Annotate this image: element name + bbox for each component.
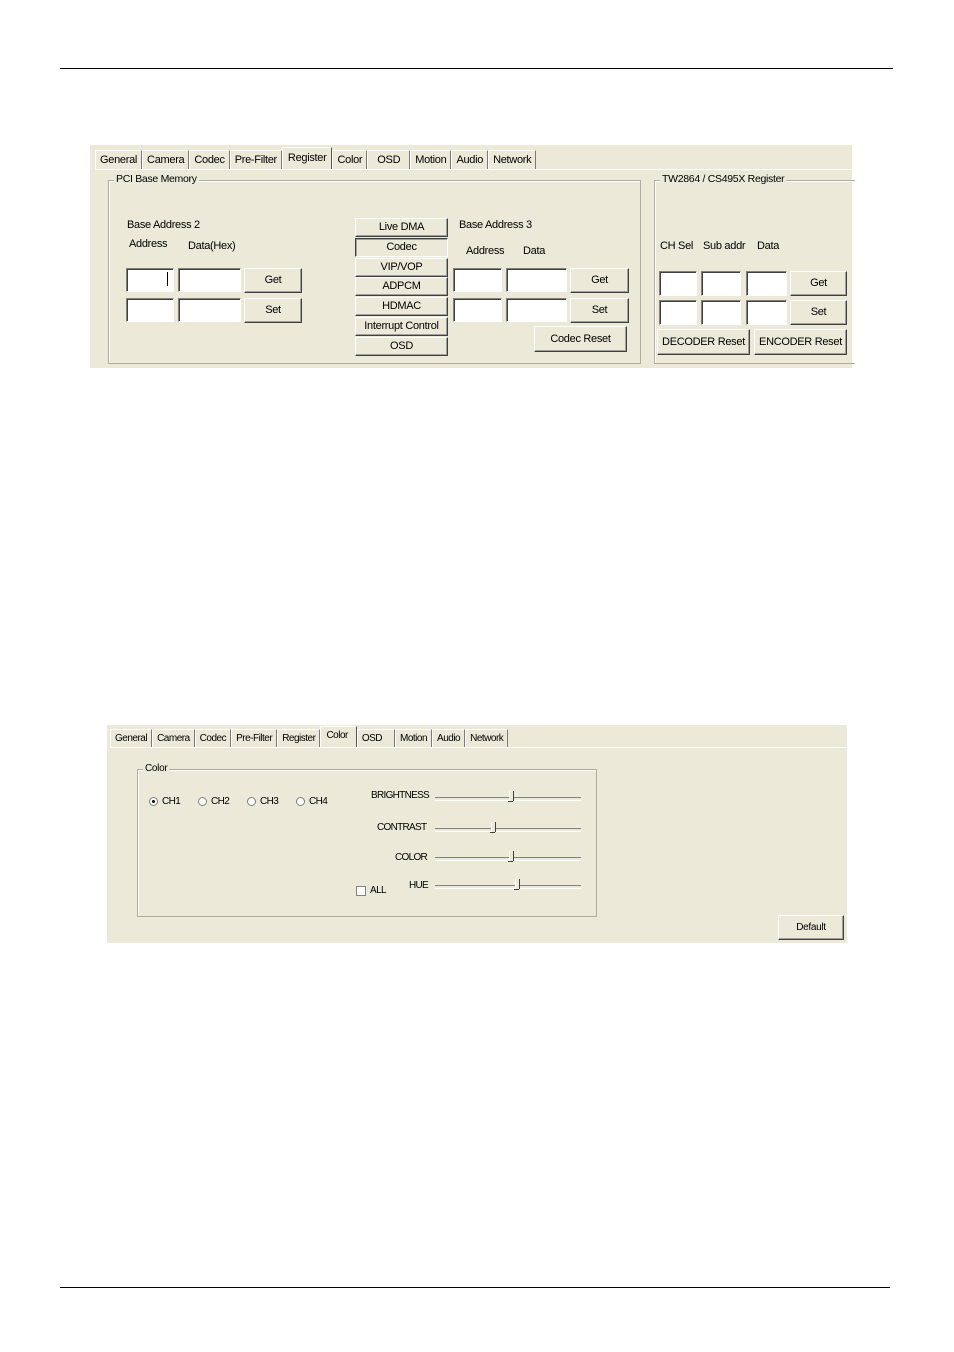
register-panel: General Camera Codec Pre-Filter Register…: [90, 145, 855, 368]
base2-get-data-input[interactable]: [178, 268, 241, 292]
text-cursor: [167, 272, 168, 286]
color-panel: General Camera Codec Pre-Filter Register…: [107, 725, 847, 943]
color-slider-thumb[interactable]: [508, 851, 514, 862]
pci-base-memory-legend: PCI Base Memory: [114, 173, 199, 185]
tw-get-ch-input[interactable]: [659, 271, 697, 296]
hue-slider-track[interactable]: [435, 885, 581, 889]
contrast-label: CONTRAST: [377, 822, 427, 833]
decoder-reset-button[interactable]: DECODER Reset: [657, 329, 750, 355]
default-button[interactable]: Default: [778, 915, 844, 940]
tw-set-data-input[interactable]: [746, 300, 787, 325]
tab-pre-filter[interactable]: Pre-Filter: [229, 150, 282, 169]
tw-set-subaddr-input[interactable]: [701, 300, 741, 325]
tab-osd[interactable]: OSD: [356, 729, 396, 747]
tab-general[interactable]: General: [95, 150, 143, 169]
tab-network[interactable]: Network: [488, 150, 537, 169]
tab-audio[interactable]: Audio: [432, 729, 466, 747]
brightness-label: BRIGHTNESS: [371, 790, 430, 801]
base3-set-button[interactable]: Set: [570, 298, 629, 323]
tw-set-ch-input[interactable]: [659, 300, 697, 325]
base2-get-address-input[interactable]: [126, 268, 174, 292]
contrast-slider-thumb[interactable]: [490, 822, 496, 833]
tw-get-data-input[interactable]: [746, 271, 787, 296]
osd-button[interactable]: OSD: [355, 337, 448, 356]
brightness-slider-thumb[interactable]: [508, 791, 514, 802]
all-checkbox[interactable]: [356, 886, 366, 896]
base2-set-button[interactable]: Set: [244, 298, 302, 323]
tw-get-button[interactable]: Get: [790, 271, 847, 296]
base-address-2-title: Base Address 2: [127, 219, 200, 231]
hdmac-button[interactable]: HDMAC: [355, 297, 448, 316]
tab-register[interactable]: Register: [277, 729, 321, 747]
address-label: Address: [129, 238, 168, 250]
tab-strip: General Camera Codec Pre-Filter Register…: [110, 725, 509, 747]
tab-osd[interactable]: OSD: [367, 150, 411, 169]
ch4-label[interactable]: CH4: [309, 796, 328, 807]
tab-baseline: [110, 747, 847, 748]
vip-vop-button[interactable]: VIP/VOP: [355, 258, 448, 277]
sub-addr-label: Sub addr: [703, 240, 746, 252]
tab-camera[interactable]: Camera: [152, 729, 195, 747]
tw-register-legend: TW2864 / CS495X Register: [660, 173, 787, 185]
ch3-label[interactable]: CH3: [260, 796, 279, 807]
base3-get-address-input[interactable]: [453, 268, 502, 292]
footer-rule: [60, 1287, 890, 1288]
ch2-radio[interactable]: [198, 797, 207, 806]
tw-get-subaddr-input[interactable]: [701, 271, 741, 296]
ch-sel-label: CH Sel: [660, 240, 694, 252]
encoder-reset-button[interactable]: ENCODER Reset: [754, 329, 847, 355]
contrast-slider-track[interactable]: [435, 828, 581, 832]
hue-label: HUE: [409, 880, 429, 891]
tab-motion[interactable]: Motion: [395, 729, 433, 747]
tab-network[interactable]: Network: [465, 729, 509, 747]
ch4-radio[interactable]: [296, 797, 305, 806]
live-dma-button[interactable]: Live DMA: [355, 218, 448, 237]
tab-camera[interactable]: Camera: [142, 150, 190, 169]
tw-data-label: Data: [757, 240, 780, 252]
tab-baseline: [95, 169, 852, 170]
tab-codec[interactable]: Codec: [189, 150, 230, 169]
base2-set-data-input[interactable]: [178, 298, 241, 322]
ch1-radio[interactable]: [149, 797, 158, 806]
tab-color[interactable]: Color: [332, 150, 368, 169]
ch1-label[interactable]: CH1: [162, 796, 181, 807]
adpcm-button[interactable]: ADPCM: [355, 277, 448, 296]
interrupt-control-button[interactable]: Interrupt Control: [355, 317, 448, 336]
tab-general[interactable]: General: [110, 729, 153, 747]
all-label[interactable]: ALL: [370, 885, 387, 896]
tab-audio[interactable]: Audio: [451, 150, 489, 169]
tab-color[interactable]: Color: [320, 726, 357, 747]
ch3-radio[interactable]: [247, 797, 256, 806]
base3-get-data-input[interactable]: [506, 268, 567, 292]
address3-label: Address: [466, 245, 505, 257]
data-hex-label: Data(Hex): [188, 240, 236, 252]
base3-set-data-input[interactable]: [506, 298, 567, 322]
base-address-3-title: Base Address 3: [459, 219, 532, 231]
tab-motion[interactable]: Motion: [410, 150, 452, 169]
tw-set-button[interactable]: Set: [790, 300, 847, 325]
tab-register[interactable]: Register: [281, 147, 333, 169]
tab-codec[interactable]: Codec: [194, 729, 232, 747]
color-label: COLOR: [395, 852, 428, 863]
hue-slider-thumb[interactable]: [514, 879, 520, 890]
color-group: [137, 769, 597, 917]
header-rule: [60, 68, 893, 69]
tab-strip: General Camera Codec Pre-Filter Register…: [95, 145, 537, 169]
base3-set-address-input[interactable]: [453, 298, 502, 322]
tab-pre-filter[interactable]: Pre-Filter: [231, 729, 278, 747]
base2-get-button[interactable]: Get: [244, 268, 302, 293]
base3-get-button[interactable]: Get: [570, 268, 629, 293]
ch2-label[interactable]: CH2: [211, 796, 230, 807]
codec-reset-button[interactable]: Codec Reset: [534, 326, 627, 352]
color-group-legend: Color: [143, 763, 170, 774]
data3-label: Data: [523, 245, 546, 257]
base2-set-address-input[interactable]: [126, 298, 174, 322]
codec-button[interactable]: Codec: [355, 238, 448, 257]
